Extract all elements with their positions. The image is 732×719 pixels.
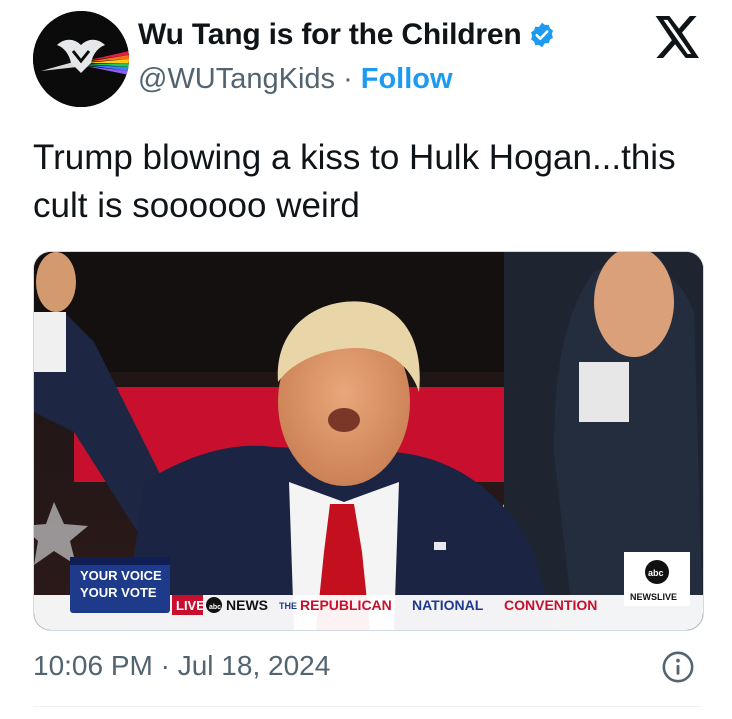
author-handle[interactable]: @WUTangKids — [138, 63, 335, 96]
info-icon[interactable] — [661, 650, 695, 684]
tweet-text: Trump blowing a kiss to Hulk Hogan...thi… — [33, 138, 676, 225]
bug-line-1: YOUR VOICE — [80, 568, 162, 583]
author-display-name[interactable]: Wu Tang is for the Children — [138, 18, 522, 52]
the-label: THE — [279, 601, 297, 611]
corner-logo: abc — [648, 568, 664, 578]
event-republican: REPUBLICAN — [300, 597, 392, 613]
event-convention: CONVENTION — [504, 597, 597, 613]
bug-line-2: YOUR VOTE — [80, 585, 157, 600]
tweet-media-image[interactable]: LIVE abc NEWS THE REPUBLICAN NATIONAL CO… — [33, 251, 704, 631]
author-name-row: Wu Tang is for the Children — [138, 18, 556, 52]
verified-badge-icon — [528, 21, 556, 49]
network-label: NEWS — [226, 597, 268, 613]
divider — [33, 706, 702, 707]
wu-tang-prism-logo — [33, 11, 129, 107]
event-national: NATIONAL — [412, 597, 484, 613]
author-handle-row: @WUTangKids · Follow — [138, 63, 453, 96]
x-logo-icon[interactable] — [655, 16, 701, 58]
corner-label: NEWSLIVE — [630, 592, 677, 602]
svg-text:abc: abc — [209, 604, 221, 611]
live-label: LIVE — [176, 598, 205, 613]
handle-separator: · — [343, 63, 353, 95]
author-avatar[interactable] — [33, 11, 129, 107]
convention-video-frame: LIVE abc NEWS THE REPUBLICAN NATIONAL CO… — [34, 252, 703, 630]
follow-button[interactable]: Follow — [361, 63, 453, 96]
tweet-timestamp[interactable]: 10:06 PM · Jul 18, 2024 — [33, 650, 330, 682]
